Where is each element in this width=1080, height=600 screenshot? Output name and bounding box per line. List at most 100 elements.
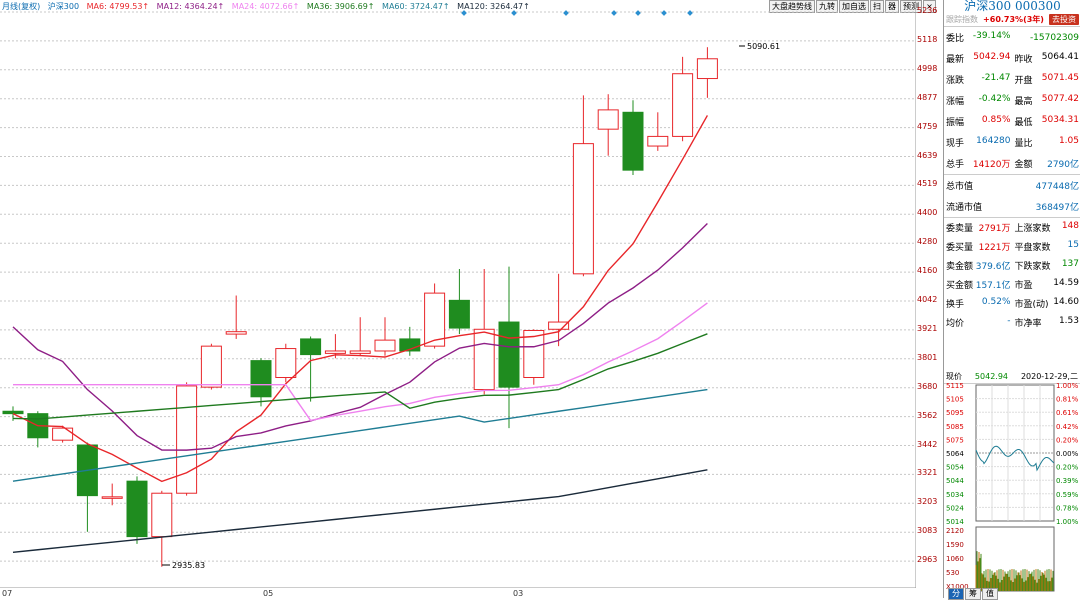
order-cell: 平盘家数15 — [1013, 240, 1080, 253]
order-cell: 换手0.52% — [944, 297, 1013, 310]
price-tick: 4400 — [917, 208, 937, 217]
quote-cell: 委比-39.14% — [944, 31, 1013, 44]
intraday-pct-label: 1.00% — [1056, 518, 1079, 526]
candle-body — [549, 322, 569, 329]
market-cap-row: 流通市值368497亿 — [944, 196, 1080, 218]
intraday-svg: 51151.00%51050.81%50950.61%50850.42%5075… — [944, 383, 1080, 598]
price-tick: 4280 — [917, 237, 937, 246]
price-tick: 5118 — [917, 35, 937, 44]
price-tick: 3801 — [917, 353, 937, 362]
ma60-line — [13, 390, 707, 482]
panel-tab[interactable]: 分 — [948, 588, 964, 600]
intraday-pct-label: 0.39% — [1056, 477, 1079, 485]
candle-body — [177, 386, 197, 493]
panel-tab[interactable]: 筹 — [965, 588, 981, 600]
price-tick: 4639 — [917, 151, 937, 160]
order-cell: 委卖量2791万 — [944, 221, 1013, 234]
signal-marker — [563, 10, 569, 16]
intraday-price-label: 5024 — [946, 504, 964, 512]
quote-cell: 最低5034.31 — [1013, 115, 1080, 128]
volume-label: 530 — [946, 569, 959, 577]
tracking-index-label: 跟踪指数 — [946, 14, 978, 25]
quote-row: 涨跌-21.47开盘5071.45 — [944, 69, 1080, 90]
candle-body — [226, 332, 246, 334]
intraday-pct-label: 0.00% — [1056, 450, 1079, 458]
order-cell: 卖金额379.6亿 — [944, 259, 1013, 272]
intraday-pct-label: 0.20% — [1056, 464, 1079, 472]
candle-body — [53, 428, 73, 440]
price-tick: 3921 — [917, 324, 937, 333]
order-cell: 市净率1.53 — [1013, 316, 1080, 329]
x-label-07: 07 — [2, 589, 12, 598]
panel-tab[interactable]: 值 — [982, 588, 998, 600]
intraday-price-label: 5044 — [946, 477, 964, 485]
market-cap-cell: 流通市值368497亿 — [944, 200, 1080, 213]
x-label-03: 03 — [513, 589, 523, 598]
price-tick: 4759 — [917, 122, 937, 131]
quote-rows: 委比-39.14%-15702309最新5042.94昨收5064.41涨跌-2… — [944, 27, 1080, 175]
quote-cell: 开盘5071.45 — [1013, 73, 1080, 86]
order-cell: 市盈(动)14.60 — [1013, 297, 1080, 310]
signal-marker — [611, 10, 617, 16]
candle-body — [499, 322, 519, 387]
intraday-pct-label: 0.59% — [1056, 491, 1079, 499]
quote-cell: 昨收5064.41 — [1013, 52, 1080, 65]
candle-body — [201, 346, 221, 387]
kline-svg: 5090.61 2935.83 — [0, 0, 916, 588]
signal-marker — [635, 10, 641, 16]
intraday-price-label: 5075 — [946, 436, 964, 444]
price-axis: 5236511849984877475946394519440042804160… — [916, 0, 942, 598]
minute-date: 2020-12-29,二 — [1021, 371, 1078, 382]
intraday-price-label: 5064 — [946, 450, 964, 458]
high-annotation: 5090.61 — [747, 42, 780, 51]
order-cell: 市盈14.59 — [1013, 278, 1080, 291]
minute-price: 5042.94 — [975, 372, 1008, 381]
quote-cell: 现手164280 — [944, 136, 1013, 149]
quote-cell: 振幅0.85% — [944, 115, 1013, 128]
candle-body — [301, 339, 321, 355]
intraday-pct-label: 0.42% — [1056, 423, 1079, 431]
candlestick-chart-area[interactable]: 月线(复权) 沪深300 MA6: 4799.53↑ MA12: 4364.24… — [0, 0, 942, 598]
market-cap-row: 总市值477448亿 — [944, 175, 1080, 196]
intraday-price-label: 5054 — [946, 464, 964, 472]
intraday-pct-label: 0.78% — [1056, 504, 1079, 512]
candle-body — [127, 481, 147, 536]
intraday-price-label: 5115 — [946, 383, 964, 390]
price-tick: 3562 — [917, 411, 937, 420]
quote-cell: 金额2790亿 — [1013, 157, 1080, 170]
candle-body — [276, 349, 296, 378]
candle-body — [325, 351, 345, 353]
order-row: 换手0.52%市盈(动)14.60 — [944, 294, 1080, 313]
quote-cell: -15702309 — [1013, 33, 1080, 43]
order-row: 委买量1221万平盘家数15 — [944, 237, 1080, 256]
candle-body — [350, 351, 370, 353]
order-row: 买金额157.1亿市盈14.59 — [944, 275, 1080, 294]
price-tick: 3442 — [917, 440, 937, 449]
candle-body — [449, 300, 469, 328]
price-tick: 4160 — [917, 266, 937, 275]
order-cell: 委买量1221万 — [944, 240, 1013, 253]
quote-row: 涨幅-0.42%最高5077.42 — [944, 90, 1080, 111]
tracking-change: +60.73%(3年) — [983, 14, 1044, 25]
order-rows: 委卖量2791万上涨家数148委买量1221万平盘家数15卖金额379.6亿下跌… — [944, 218, 1080, 332]
order-cell: 下跌家数137 — [1013, 259, 1080, 272]
price-tick: 4519 — [917, 179, 937, 188]
candle-body — [598, 110, 618, 129]
quote-cell: 总手14120万 — [944, 157, 1013, 170]
candle-body — [623, 112, 643, 170]
quote-row: 振幅0.85%最低5034.31 — [944, 111, 1080, 132]
quote-row: 委比-39.14%-15702309 — [944, 27, 1080, 48]
volume-label: 1060 — [946, 555, 964, 563]
intraday-pct-label: 1.00% — [1056, 383, 1079, 390]
price-tick: 5236 — [917, 6, 937, 15]
ma6-line — [13, 115, 707, 481]
panel-tabs: 分筹值 — [948, 588, 999, 600]
intraday-price-label: 5034 — [946, 491, 964, 499]
tracking-row: 跟踪指数 +60.73%(3年) 去投资 — [944, 13, 1080, 27]
invest-button[interactable]: 去投资 — [1049, 14, 1079, 25]
candle-body — [3, 411, 23, 413]
signal-marker — [661, 10, 667, 16]
ma120-line — [13, 470, 707, 552]
low-annotation: 2935.83 — [172, 561, 205, 570]
price-tick: 4877 — [917, 93, 937, 102]
